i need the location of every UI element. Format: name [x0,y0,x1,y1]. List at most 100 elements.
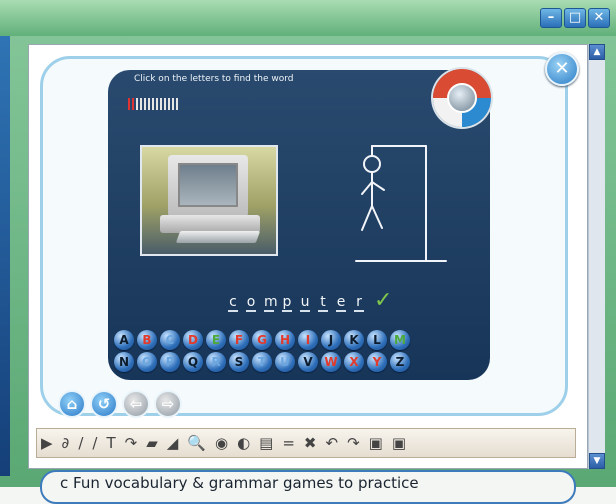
text-icon[interactable]: T [106,433,115,453]
left-edge [0,36,10,476]
letter-button-o[interactable]: O [137,352,157,372]
letter-keyboard: ABCDEFGHIJKLM NOPQRSTUVWXYZ [114,330,490,374]
hangman-left-leg [361,205,373,231]
caption-text: c Fun vocabulary & grammar games to prac… [60,474,419,492]
hangman-left-arm [361,181,373,195]
guess-tick [160,98,162,110]
guess-tick [128,98,130,110]
redo-icon[interactable]: ↷ [347,433,360,453]
letter-button-g[interactable]: G [252,330,272,350]
maximize-button[interactable]: □ [564,8,586,28]
letter-button-q[interactable]: Q [183,352,203,372]
pen-icon[interactable]: / [78,433,83,453]
word-letter: m [264,294,278,312]
word-letter: t [318,294,328,312]
letter-button-l[interactable]: L [367,330,387,350]
letter-button-s[interactable]: S [229,352,249,372]
letter-button-p[interactable]: P [160,352,180,372]
eraser-icon[interactable]: ◢ [167,433,179,453]
replay-button[interactable]: ↺ [90,390,118,418]
letter-button-y[interactable]: Y [367,352,387,372]
letter-button-z[interactable]: Z [390,352,410,372]
letter-row-1: ABCDEFGHIJKLM [114,330,490,350]
guess-tick [152,98,154,110]
letter-button-j[interactable]: J [321,330,341,350]
activity-close-button[interactable]: ✕ [545,52,579,86]
letter-button-t[interactable]: T [252,352,272,372]
letter-button-r[interactable]: R [206,352,226,372]
letter-button-c[interactable]: C [160,330,180,350]
letter-button-e[interactable]: E [206,330,226,350]
guess-tick [164,98,166,110]
guess-tick [168,98,170,110]
word-letter: c [228,294,238,312]
reveal-icon[interactable]: ◐ [237,433,250,453]
pointer-icon[interactable]: ▶ [41,433,53,453]
guess-tick [156,98,158,110]
letter-button-h[interactable]: H [275,330,295,350]
home-button[interactable]: ⌂ [58,390,86,418]
magnifier-icon[interactable]: 🔍 [187,433,206,453]
guess-tick [172,98,174,110]
monitor-image [168,155,248,217]
guess-tick [144,98,146,110]
letter-button-a[interactable]: A [114,330,134,350]
wheel-center-icon[interactable] [447,83,477,113]
word-slots: computer [228,294,364,312]
guess-tick [132,98,134,110]
lasso-icon[interactable]: ∂ [62,433,70,453]
scroll-down-icon[interactable]: ▼ [589,453,605,469]
window-close-button[interactable]: ✕ [588,8,610,28]
title-bar [0,0,616,36]
word-letter: o [246,294,256,312]
save-icon[interactable]: ▣ [369,433,383,453]
hangman-drawing [355,145,447,262]
menu-wheel-icon[interactable] [433,69,491,127]
delete-icon[interactable]: ✖ [304,433,317,453]
undo-icon[interactable]: ↶ [326,433,339,453]
curve-icon[interactable]: ↷ [125,433,138,453]
letter-button-x[interactable]: X [344,352,364,372]
separator-icon[interactable]: = [282,433,295,453]
back-button[interactable]: ⇦ [122,390,150,418]
letter-button-b[interactable]: B [137,330,157,350]
print-icon[interactable]: ▣ [392,433,406,453]
correct-check-icon: ✓ [374,288,393,313]
word-letter: p [282,294,292,312]
letter-row-2: NOPQRSTUVWXYZ [114,352,490,372]
screen-icon[interactable]: ▤ [259,433,273,453]
hangman-right-arm [371,181,385,191]
hangman-head [363,155,381,173]
vertical-scrollbar[interactable]: ▲ ▼ [588,44,605,469]
guess-tick [140,98,142,110]
highlighter-icon[interactable]: / [92,433,97,453]
letter-button-i[interactable]: I [298,330,318,350]
letter-button-f[interactable]: F [229,330,249,350]
monitor-screen [178,163,238,207]
forward-button[interactable]: ⇨ [154,390,182,418]
word-letter: u [300,294,310,312]
letter-button-n[interactable]: N [114,352,134,372]
clue-picture [140,145,278,256]
guess-tick [148,98,150,110]
letter-button-d[interactable]: D [183,330,203,350]
hangman-right-leg [371,205,383,229]
instruction-text: Click on the letters to find the word [134,74,294,84]
keyboard-image [175,231,261,243]
scroll-up-icon[interactable]: ▲ [589,44,605,60]
letter-button-v[interactable]: V [298,352,318,372]
minimize-button[interactable]: – [540,8,562,28]
fill-icon[interactable]: ▰ [146,433,158,453]
letter-button-w[interactable]: W [321,352,341,372]
guess-counter [128,98,178,110]
letter-button-u[interactable]: U [275,352,295,372]
spotlight-icon[interactable]: ◉ [215,433,228,453]
word-letter: e [336,294,346,312]
guess-tick [136,98,138,110]
letter-button-k[interactable]: K [344,330,364,350]
whiteboard-toolbar: ▶ ∂ / / T ↷ ▰ ◢ 🔍 ◉ ◐ ▤ = ✖ ↶ ↷ ▣ ▣ [36,428,576,458]
guess-tick [176,98,178,110]
letter-button-m[interactable]: M [390,330,410,350]
navigation-buttons: ⌂ ↺ ⇦ ⇨ [58,390,182,418]
word-letter: r [354,294,364,312]
